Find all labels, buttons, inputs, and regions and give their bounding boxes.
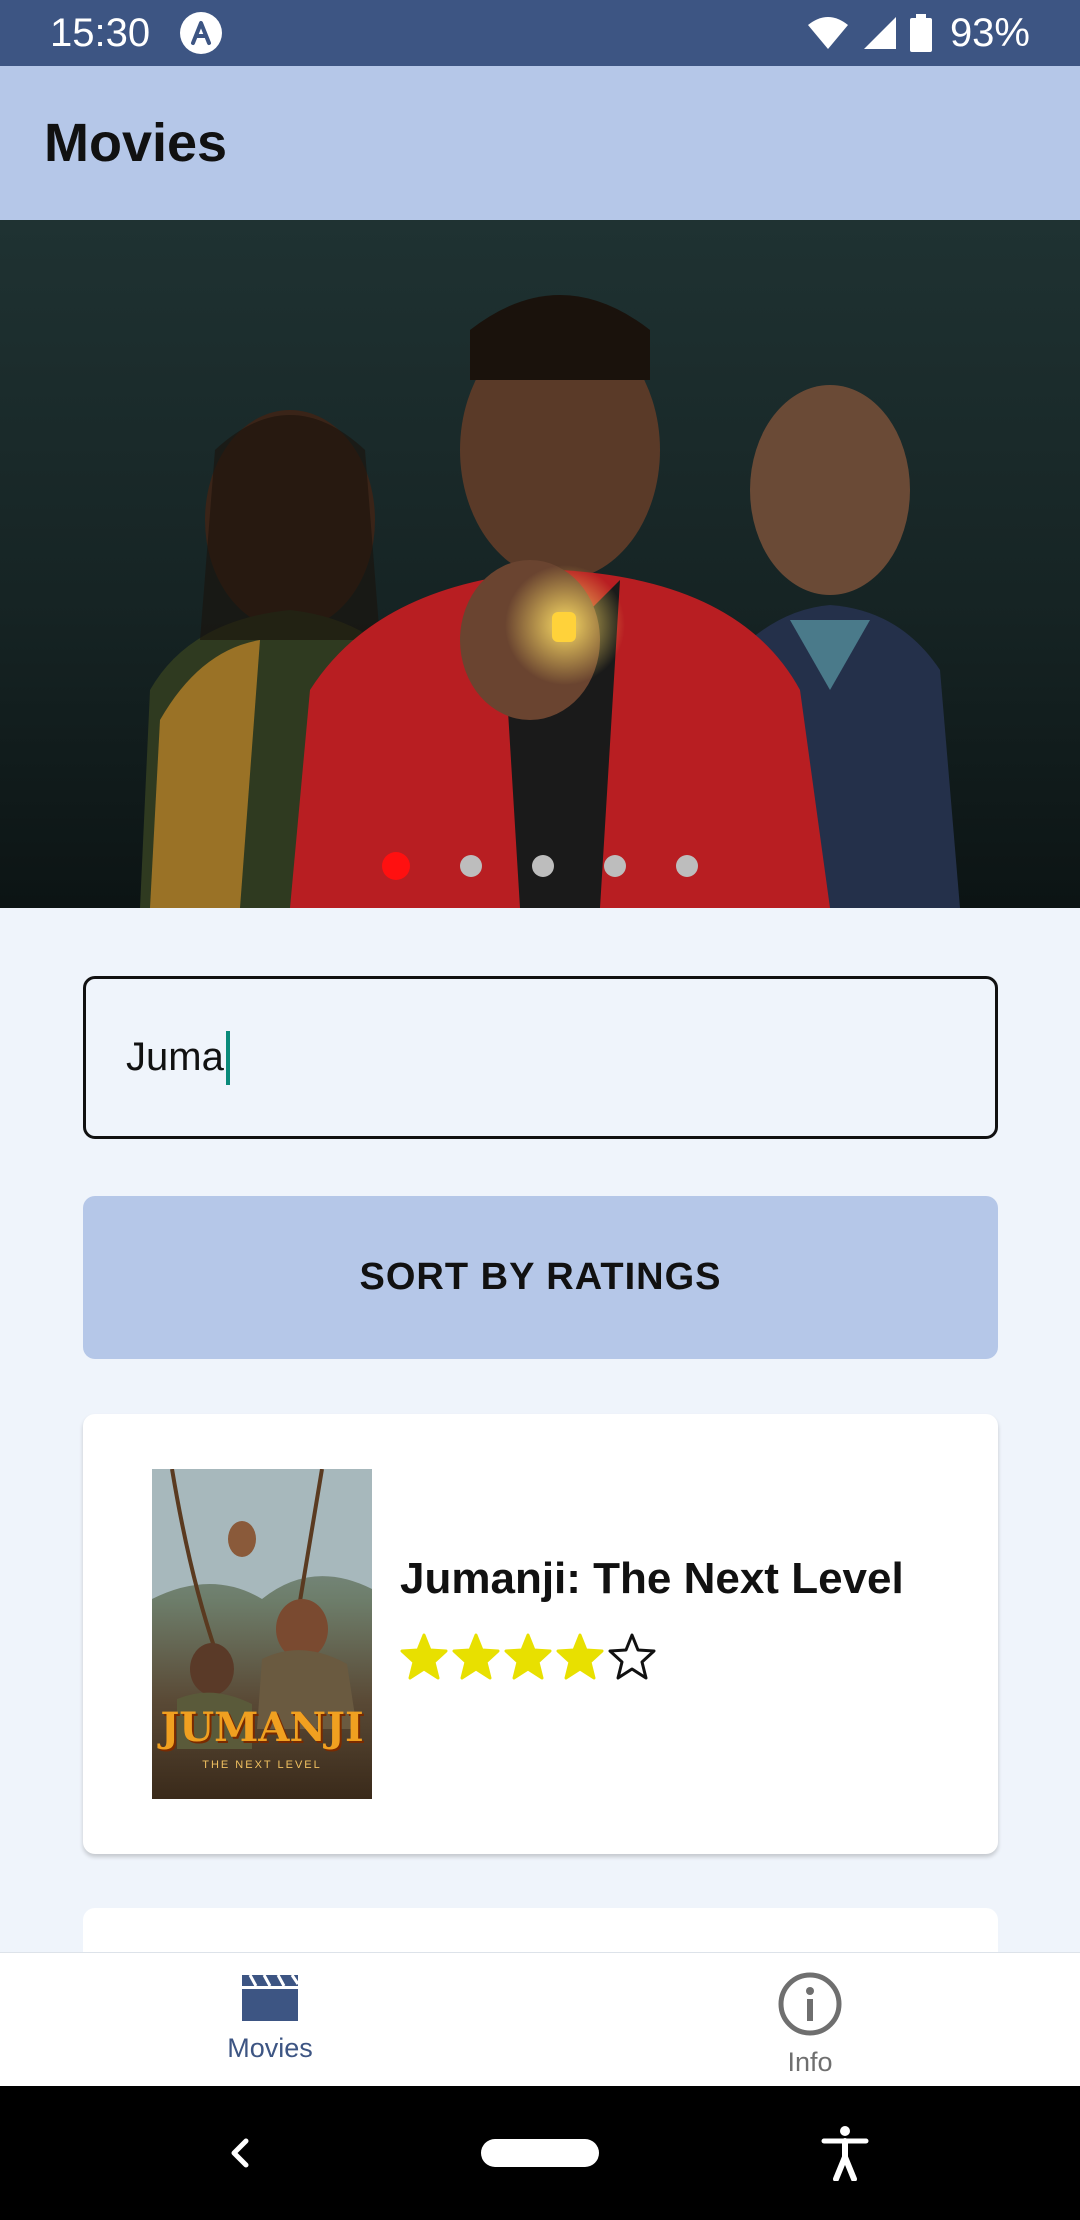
star-filled-icon <box>452 1633 500 1680</box>
nav-item-label: Info <box>787 2047 833 2077</box>
search-input[interactable]: Juma <box>83 976 998 1139</box>
nav-item-movies[interactable]: Movies <box>0 1953 540 2086</box>
status-bar: 15:30 93% <box>0 0 1080 66</box>
carousel-dot[interactable] <box>676 855 698 877</box>
status-icons: 93% <box>806 11 1030 56</box>
carousel-dot[interactable] <box>460 855 482 877</box>
search-input-value: Juma <box>126 1035 224 1079</box>
nav-item-info[interactable]: Info <box>540 1953 1080 2086</box>
hero-movie-image <box>140 295 960 908</box>
app-bar: Movies <box>0 66 1080 220</box>
battery-percentage: 93% <box>949 10 1030 55</box>
star-filled-icon <box>400 1633 448 1680</box>
bottom-navigation: Movies Info <box>0 1952 1080 2086</box>
star-outline-icon <box>608 1633 656 1680</box>
cell-signal-icon <box>863 17 896 49</box>
star-filled-icon <box>504 1633 552 1680</box>
star-rating <box>400 1632 656 1680</box>
carousel-dot[interactable] <box>532 855 554 877</box>
info-icon <box>778 1972 842 2036</box>
clapperboard-icon <box>242 1974 300 2021</box>
poster-title-text: JUMANJI <box>160 1704 364 1751</box>
text-caret <box>225 1030 230 1085</box>
movie-poster: JUMANJI THE NEXT LEVEL <box>152 1469 372 1799</box>
star-filled-icon <box>556 1633 604 1680</box>
sort-by-ratings-button[interactable]: SORT BY RATINGS <box>83 1196 998 1359</box>
carousel-dot-active[interactable] <box>382 852 410 880</box>
home-button[interactable] <box>481 2139 599 2167</box>
system-navigation-bar <box>0 2086 1080 2220</box>
battery-icon <box>909 14 932 52</box>
movie-title: Jumanji: The Next Level <box>400 1554 904 1603</box>
movie-card[interactable]: JUMANJI THE NEXT LEVEL Jumanji: The Next… <box>83 1414 998 1854</box>
back-icon[interactable] <box>220 2133 260 2173</box>
poster-subtitle-text: THE NEXT LEVEL <box>202 1759 322 1771</box>
hero-carousel[interactable] <box>0 220 1080 908</box>
page-title: Movies <box>44 113 228 173</box>
carousel-dot[interactable] <box>604 855 626 877</box>
nav-item-label: Movies <box>227 2033 313 2063</box>
accessibility-icon[interactable] <box>820 2125 870 2181</box>
status-time: 15:30 <box>50 10 151 55</box>
app-notification-icon <box>180 12 223 54</box>
carousel-indicator <box>0 852 1080 880</box>
wifi-icon <box>807 17 848 49</box>
